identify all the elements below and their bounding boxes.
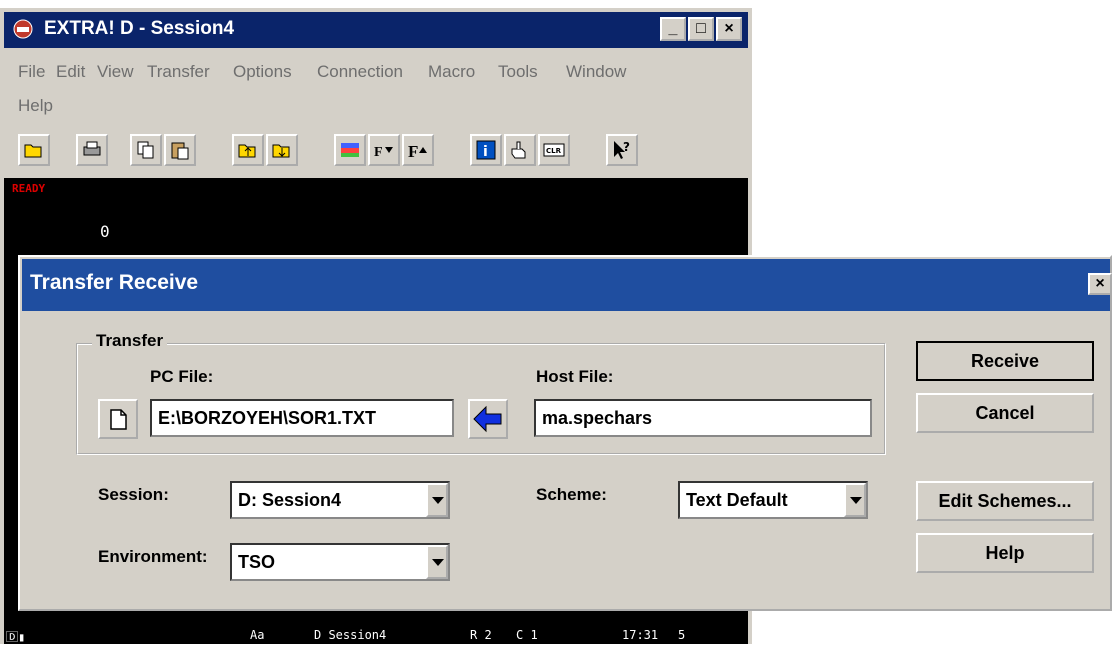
extra-app-icon <box>13 19 33 39</box>
transfer-receive-dialog: Transfer Receive × Transfer PC File: E:\… <box>18 255 1112 611</box>
environment-label: Environment: <box>98 547 208 566</box>
dialog-title: Transfer Receive <box>30 271 199 294</box>
document-icon <box>110 409 127 430</box>
font-up-icon[interactable]: F <box>402 134 434 166</box>
font-down-icon[interactable]: F <box>368 134 400 166</box>
svg-text:F: F <box>374 145 383 160</box>
receive-button[interactable]: Receive <box>916 341 1094 381</box>
dialog-titlebar[interactable]: Transfer Receive × <box>22 259 1112 311</box>
svg-text:F: F <box>408 142 418 161</box>
chevron-down-icon[interactable] <box>844 483 866 517</box>
browse-file-button[interactable] <box>98 399 138 439</box>
chevron-down-icon[interactable] <box>426 483 448 517</box>
close-button[interactable]: × <box>716 17 742 41</box>
menu-window[interactable]: Window <box>566 62 626 82</box>
svg-text:CLR: CLR <box>546 147 562 155</box>
send-file-icon[interactable] <box>232 134 264 166</box>
scheme-value: Text Default <box>686 490 788 510</box>
ready-indicator: READY <box>12 182 46 195</box>
dialog-close-button[interactable]: × <box>1088 273 1112 295</box>
status-aa: Aa <box>250 628 265 642</box>
transfer-group-label: Transfer <box>92 331 168 351</box>
status-time: 17:31 <box>622 628 659 642</box>
menu-transfer[interactable]: Transfer <box>147 62 210 82</box>
window-title: EXTRA! D - Session4 <box>44 18 235 39</box>
menu-options[interactable]: Options <box>233 62 292 82</box>
left-arrow-icon <box>473 405 502 433</box>
maximize-button[interactable]: □ <box>688 17 714 41</box>
environment-select[interactable]: TSO <box>230 543 450 581</box>
hand-icon[interactable] <box>504 134 536 166</box>
paste-icon[interactable] <box>164 134 196 166</box>
status-session: D Session4 <box>314 628 387 642</box>
menu-edit[interactable]: Edit <box>56 62 85 82</box>
host-file-label: Host File: <box>536 367 614 386</box>
receive-file-icon[interactable] <box>266 134 298 166</box>
display-icon[interactable] <box>334 134 366 166</box>
menu-view[interactable]: View <box>97 62 134 82</box>
pc-file-label: PC File: <box>150 367 214 386</box>
session-label: Session: <box>98 485 169 504</box>
background-caption <box>0 0 1112 8</box>
terminal-value: 0 <box>100 222 110 241</box>
menu-bar: File Edit View Transfer Options Connecti… <box>4 52 748 126</box>
chevron-down-icon[interactable] <box>426 545 448 579</box>
help-button[interactable]: Help <box>916 533 1094 573</box>
toolbar: F F i CLR ? <box>4 130 748 172</box>
edit-schemes-button[interactable]: Edit Schemes... <box>916 481 1094 521</box>
direction-arrow-button[interactable] <box>468 399 508 439</box>
session-value: D: Session4 <box>238 490 342 510</box>
info-icon[interactable]: i <box>470 134 502 166</box>
scheme-select[interactable]: Text Default <box>678 481 868 519</box>
session-select[interactable]: D: Session4 <box>230 481 450 519</box>
menu-tools[interactable]: Tools <box>498 62 538 82</box>
minimize-button[interactable]: _ <box>660 17 686 41</box>
window-titlebar[interactable]: EXTRA! D - Session4 _ □ × <box>4 12 748 48</box>
copy-icon[interactable] <box>130 134 162 166</box>
cancel-button[interactable]: Cancel <box>916 393 1094 433</box>
pc-file-input[interactable]: E:\BORZOYEH\SOR1.TXT <box>150 399 454 437</box>
clear-icon[interactable]: CLR <box>538 134 570 166</box>
host-file-input[interactable]: ma.spechars <box>534 399 872 437</box>
svg-text:?: ? <box>623 140 630 154</box>
status-row: R 2 <box>470 628 492 642</box>
status-indicator: 🄳▮ <box>6 630 26 644</box>
svg-text:i: i <box>483 144 488 160</box>
print-icon[interactable] <box>76 134 108 166</box>
menu-macro[interactable]: Macro <box>428 62 475 82</box>
status-col: C 1 <box>516 628 538 642</box>
menu-file[interactable]: File <box>18 62 45 82</box>
menu-help[interactable]: Help <box>18 96 53 116</box>
scheme-label: Scheme: <box>536 485 607 504</box>
menu-connection[interactable]: Connection <box>317 62 403 82</box>
help-cursor-icon[interactable]: ? <box>606 134 638 166</box>
open-icon[interactable] <box>18 134 50 166</box>
status-num: 5 <box>678 628 686 642</box>
environment-value: TSO <box>238 552 276 572</box>
